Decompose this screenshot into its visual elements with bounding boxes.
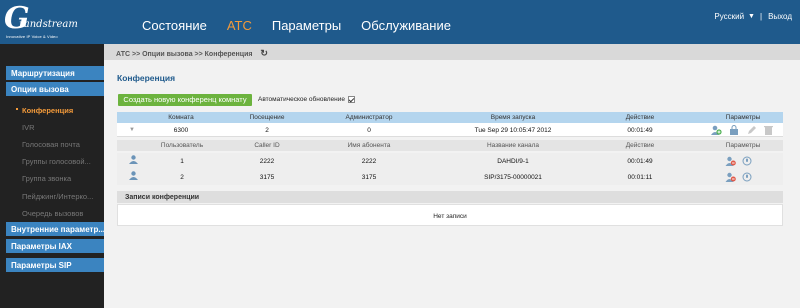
col-start-time: Время запуска [490, 114, 536, 121]
caller-id: 2222 [259, 158, 275, 165]
auto-refresh: Автоматическое обновление [258, 96, 356, 103]
duration: 00:01:49 [627, 127, 653, 134]
start-time: Tue Sep 29 10:05:47 2012 [474, 127, 552, 134]
breadcrumb-text: АТС >> Опции вызова >> Конференция [116, 51, 253, 58]
sidebar-item-iax-settings[interactable]: Параметры IAX [6, 239, 104, 253]
logout-link[interactable]: Выход [768, 12, 792, 21]
sidebar-item-ivr[interactable]: IVR [22, 123, 35, 132]
table-row: 2 3175 3175 SIP/3175-00000021 00:01:11 [117, 169, 783, 185]
main-nav: Состояние АТС Параметры Обслуживание [142, 18, 471, 33]
caller-name: 2222 [361, 158, 377, 165]
sidebar-item-sip-settings[interactable]: Параметры SIP [6, 258, 104, 272]
collapse-arrow-icon[interactable]: ▼ [129, 127, 135, 133]
kick-user-icon[interactable] [725, 156, 736, 166]
sidebar-item-internal-options[interactable]: Внутренние параметр... [6, 222, 104, 236]
channel-name: DAHDI/9-1 [497, 158, 529, 165]
mute-icon[interactable] [742, 156, 752, 166]
col-params: Параметры [725, 142, 761, 149]
sidebar-item-voicemail-groups[interactable]: Группы голосовой... [22, 157, 91, 166]
edit-icon[interactable] [747, 125, 757, 135]
sidebar-item-ring-group[interactable]: Группа звонка [22, 174, 71, 183]
sidebar-item-conference[interactable]: Конференция [16, 106, 74, 115]
top-header: G randstream Innovative IP Voice & Video… [0, 0, 800, 44]
grandstream-logo: G randstream Innovative IP Voice & Video [4, 2, 78, 40]
col-room: Комната [168, 114, 194, 121]
active-dot-icon [16, 108, 18, 110]
participants-header: Пользователь Caller ID Имя абонента Назв… [117, 140, 783, 151]
sidebar-item-voicemail[interactable]: Голосовая почта [22, 140, 80, 149]
col-params: Параметры [725, 114, 761, 121]
admin-count: 0 [367, 127, 371, 134]
nav-maintenance[interactable]: Обслуживание [361, 18, 451, 33]
room-number: 6300 [173, 127, 189, 134]
auto-refresh-checkbox[interactable] [348, 96, 356, 103]
col-admin: Администратор [345, 114, 393, 121]
chevron-down-icon[interactable]: ▼ [748, 13, 755, 20]
conference-records-title: Записи конференции [117, 191, 783, 203]
add-user-icon[interactable] [710, 125, 722, 135]
col-caller-name: Имя абонента [347, 142, 391, 149]
user-icon [129, 155, 138, 164]
sidebar-item-label: Конференция [22, 106, 74, 115]
caller-name: 3175 [361, 174, 377, 181]
sidebar-item-call-queue[interactable]: Очередь вызовов [22, 209, 83, 218]
kick-user-icon[interactable] [725, 172, 736, 182]
auto-refresh-label: Автоматическое обновление [258, 96, 346, 103]
col-action: Действие [625, 142, 655, 149]
nav-settings[interactable]: Параметры [272, 18, 341, 33]
visits-count: 2 [265, 127, 269, 134]
table-row: ▼ 6300 2 0 Tue Sep 29 10:05:47 2012 00:0… [117, 123, 783, 137]
nav-pbx[interactable]: АТС [227, 18, 252, 33]
conference-table-header: Комната Посещение Администратор Время за… [117, 112, 783, 123]
col-action: Действие [625, 114, 655, 121]
delete-icon[interactable] [764, 125, 773, 135]
col-channel: Название канала [486, 142, 540, 149]
col-user: Пользователь [160, 142, 204, 149]
sidebar-item-call-features[interactable]: Опции вызова [6, 82, 104, 96]
language-select[interactable]: Русский [714, 12, 744, 21]
sidebar: Маршрутизация Опции вызова Конференция I… [0, 44, 104, 308]
page-title: Конференция [117, 73, 176, 83]
channel-name: SIP/3175-00000021 [484, 174, 542, 181]
caller-id: 3175 [259, 174, 275, 181]
duration: 00:01:11 [627, 174, 653, 181]
nav-status[interactable]: Состояние [142, 18, 207, 33]
participant-number: 1 [180, 158, 184, 165]
refresh-icon[interactable]: ↻ [260, 48, 268, 59]
create-conference-room-button[interactable]: Создать новую конференц комнату [118, 94, 252, 106]
sidebar-item-routing[interactable]: Маршрутизация [6, 66, 104, 80]
user-icon [129, 171, 138, 180]
mute-icon[interactable] [742, 172, 752, 182]
separator: | [759, 12, 763, 21]
conference-records-empty: Нет записи [117, 204, 783, 226]
table-row: 1 2222 2222 DAHDI/9-1 00:01:49 [117, 153, 783, 169]
sidebar-item-paging[interactable]: Пейджинг/Интерко... [22, 192, 93, 201]
header-right: Русский ▼ | Выход [714, 12, 792, 21]
logo-tagline: Innovative IP Voice & Video [6, 34, 58, 39]
participant-number: 2 [180, 174, 184, 181]
duration: 00:01:49 [627, 158, 653, 165]
lock-icon[interactable] [729, 125, 739, 135]
col-visits: Посещение [249, 114, 285, 121]
col-caller-id: Caller ID [254, 142, 280, 149]
logo-brand: randstream [19, 19, 78, 30]
breadcrumb: АТС >> Опции вызова >> Конференция ↻ [104, 44, 800, 60]
